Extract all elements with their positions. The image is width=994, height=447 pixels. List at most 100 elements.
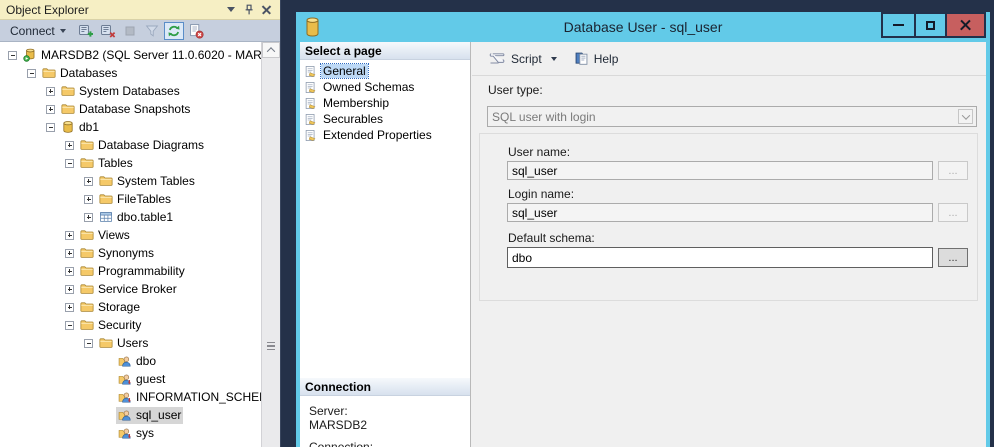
tree-item[interactable]: Database Diagrams xyxy=(0,136,262,154)
sql-server-icon xyxy=(23,48,37,62)
tree-item[interactable]: INFORMATION_SCHEMA xyxy=(0,388,262,406)
close-button[interactable] xyxy=(945,14,984,36)
folder-icon xyxy=(99,192,113,206)
tree-scrollbar[interactable] xyxy=(261,42,280,447)
help-button[interactable]: Help xyxy=(569,48,624,69)
tree-item[interactable]: guest xyxy=(0,370,262,388)
tree-item[interactable]: MARSDB2 (SQL Server 11.0.6020 - MARSD xyxy=(0,46,262,64)
collapse-icon[interactable] xyxy=(84,339,93,348)
collapse-icon[interactable] xyxy=(46,123,55,132)
tree-item[interactable]: Programmability xyxy=(0,262,262,280)
connect-server-button[interactable] xyxy=(76,22,96,40)
tree-item[interactable]: Users xyxy=(0,334,262,352)
collapse-icon[interactable] xyxy=(65,321,74,330)
default-schema-label: Default schema: xyxy=(508,231,595,245)
tree-item[interactable]: dbo xyxy=(0,352,262,370)
expand-icon[interactable] xyxy=(65,249,74,258)
tree-item[interactable]: FileTables xyxy=(0,190,262,208)
stop-icon xyxy=(122,23,138,39)
tree-item[interactable]: sql_user xyxy=(0,406,262,424)
tree-item-label: sys xyxy=(136,426,154,440)
maximize-button[interactable] xyxy=(914,14,945,36)
folder-icon xyxy=(80,264,94,278)
tree-item-content: dbo xyxy=(116,353,158,370)
tree-item-content: Security xyxy=(78,317,143,334)
page-item-label: Securables xyxy=(321,112,385,126)
combo-arrow[interactable] xyxy=(958,109,973,124)
page-item-securables[interactable]: Securables xyxy=(300,111,470,127)
default-schema-input[interactable] xyxy=(507,247,933,268)
auto-hide-pin-button[interactable] xyxy=(241,3,256,17)
tree-item[interactable]: Databases xyxy=(0,64,262,82)
db-user-disabled-icon xyxy=(118,372,132,386)
tree-item[interactable]: dbo.table1 xyxy=(0,208,262,226)
expand-icon[interactable] xyxy=(65,267,74,276)
expand-icon[interactable] xyxy=(65,285,74,294)
user-name-browse-button[interactable]: ... xyxy=(938,161,968,180)
tree-item-label: Databases xyxy=(60,66,117,80)
disconnect-server-button[interactable] xyxy=(98,22,118,40)
expand-icon[interactable] xyxy=(65,141,74,150)
collapse-icon[interactable] xyxy=(8,51,17,60)
page-icon xyxy=(304,113,317,126)
tree-item[interactable]: Security xyxy=(0,316,262,334)
tree-item-label: guest xyxy=(136,372,165,386)
script-button-label: Script xyxy=(511,52,542,66)
user-name-input[interactable] xyxy=(507,161,933,180)
script-dropdown-icon[interactable] xyxy=(551,57,557,61)
tree-item-label: db1 xyxy=(79,120,99,134)
page-item-label: Membership xyxy=(321,96,391,110)
expand-icon[interactable] xyxy=(84,213,93,222)
page-item-membership[interactable]: Membership xyxy=(300,95,470,111)
default-schema-browse-button[interactable]: ... xyxy=(938,248,968,267)
expand-icon[interactable] xyxy=(65,231,74,240)
page-item-extended-properties[interactable]: Extended Properties xyxy=(300,127,470,143)
expand-icon[interactable] xyxy=(84,177,93,186)
tree-item[interactable]: System Tables xyxy=(0,172,262,190)
stop-button[interactable] xyxy=(120,22,140,40)
script-button[interactable]: Script xyxy=(482,48,547,69)
user-type-combobox[interactable]: SQL user with login xyxy=(487,106,977,127)
filter-button[interactable] xyxy=(142,22,162,40)
minimize-button[interactable] xyxy=(883,14,914,36)
expand-icon[interactable] xyxy=(46,87,55,96)
dialog-titlebar[interactable]: Database User - sql_user xyxy=(296,12,990,42)
connect-button[interactable]: Connect xyxy=(4,22,72,40)
tree-item[interactable]: Storage xyxy=(0,298,262,316)
tree-item[interactable]: db1 xyxy=(0,118,262,136)
tree-item-label: Service Broker xyxy=(98,282,177,296)
minimize-icon xyxy=(893,24,904,27)
refresh-button[interactable] xyxy=(164,22,184,40)
scroll-up-button[interactable] xyxy=(262,42,280,58)
general-page-form: User type: SQL user with login User name… xyxy=(472,76,986,447)
tree-item-label: MARSDB2 (SQL Server 11.0.6020 - MARSD xyxy=(41,48,262,62)
expand-icon[interactable] xyxy=(46,105,55,114)
tree-item[interactable]: Views xyxy=(0,226,262,244)
login-name-browse-button[interactable]: ... xyxy=(938,203,968,222)
tree-item[interactable]: System Databases xyxy=(0,82,262,100)
tree-item[interactable]: Database Snapshots xyxy=(0,100,262,118)
help-book-icon xyxy=(574,51,589,66)
page-item-owned-schemas[interactable]: Owned Schemas xyxy=(300,79,470,95)
scrollbar-thumb-grip[interactable] xyxy=(267,342,275,350)
tree-item-label: Database Snapshots xyxy=(79,102,190,116)
expand-icon[interactable] xyxy=(65,303,74,312)
collapse-icon[interactable] xyxy=(27,69,36,78)
login-name-input[interactable] xyxy=(507,203,933,222)
folder-icon xyxy=(61,84,75,98)
db-user-disabled-icon xyxy=(118,390,132,404)
folder-icon xyxy=(80,228,94,242)
user-name-label: User name: xyxy=(508,145,570,159)
close-panel-button[interactable] xyxy=(259,3,274,17)
tree-item[interactable]: Synonyms xyxy=(0,244,262,262)
tree-item[interactable]: Tables xyxy=(0,154,262,172)
tree-item-content: System Databases xyxy=(59,83,182,100)
tree-item[interactable]: sys xyxy=(0,424,262,442)
tree-item-content: guest xyxy=(116,371,167,388)
expand-icon[interactable] xyxy=(84,195,93,204)
window-position-menu-button[interactable] xyxy=(223,3,238,17)
tree-item[interactable]: Service Broker xyxy=(0,280,262,298)
page-item-general[interactable]: General xyxy=(300,63,470,79)
script-error-button[interactable] xyxy=(186,22,206,40)
collapse-icon[interactable] xyxy=(65,159,74,168)
